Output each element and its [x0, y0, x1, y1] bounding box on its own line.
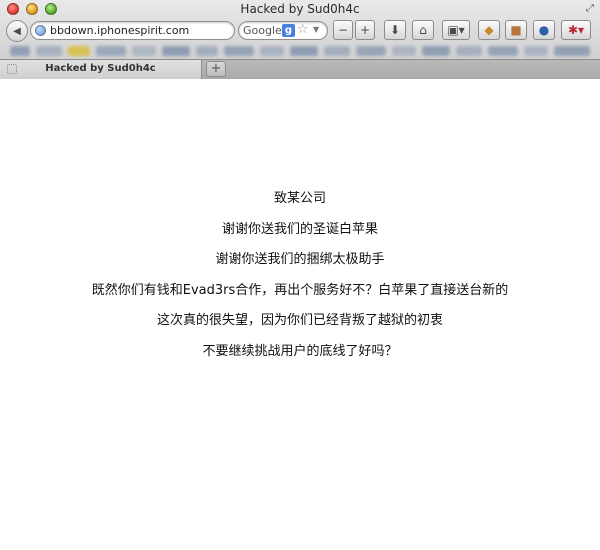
- extension-button-1[interactable]: ◆: [478, 20, 500, 40]
- bookmark-item[interactable]: [290, 46, 318, 56]
- extension-button-3[interactable]: ●: [533, 20, 555, 40]
- tab-label: Hacked by Sud0h4c: [45, 63, 156, 74]
- toolbar: ◀ bbdown.iphonespirit.com Google g ☆ ▼ −…: [0, 18, 600, 42]
- message-line: 谢谢你送我们的捆绑太极助手: [215, 252, 385, 267]
- title-bar: Hacked by Sud0h4c ⤢: [0, 0, 600, 18]
- fullscreen-icon[interactable]: ⤢: [586, 3, 594, 14]
- url-text[interactable]: bbdown.iphonespirit.com: [50, 24, 189, 37]
- message-block: 致某公司 谢谢你送我们的圣诞白苹果 谢谢你送我们的捆绑太极助手 既然你们有钱和E…: [0, 189, 600, 372]
- chevron-down-icon[interactable]: ▼: [313, 25, 319, 34]
- bookmark-item[interactable]: [456, 46, 482, 56]
- globe-icon: [35, 25, 46, 36]
- tab-bar: Hacked by Sud0h4c +: [0, 59, 600, 79]
- bookmark-item[interactable]: [524, 46, 548, 56]
- search-provider-label: Google: [243, 24, 282, 37]
- search-field[interactable]: Google g ☆ ▼: [238, 21, 328, 40]
- extension-icon: ✱▾: [567, 23, 585, 37]
- bookmarks-bar: [0, 43, 600, 59]
- browser-window: Hacked by Sud0h4c ⤢ ◀ bbdown.iphonespiri…: [0, 0, 600, 550]
- extension-button-4[interactable]: ✱▾: [561, 20, 591, 40]
- download-icon: ⬇: [389, 23, 401, 37]
- bookmark-item[interactable]: [36, 46, 62, 56]
- bookmark-item[interactable]: [488, 46, 518, 56]
- bookmark-item[interactable]: [196, 46, 218, 56]
- extension-button-2[interactable]: ■: [505, 20, 527, 40]
- bookmark-item[interactable]: [392, 46, 416, 56]
- view-menu-button[interactable]: ▣▾: [442, 20, 470, 40]
- browser-chrome: Hacked by Sud0h4c ⤢ ◀ bbdown.iphonespiri…: [0, 0, 600, 79]
- page-content: 致某公司 谢谢你送我们的圣诞白苹果 谢谢你送我们的捆绑太极助手 既然你们有钱和E…: [0, 79, 600, 550]
- bookmark-item[interactable]: [422, 46, 450, 56]
- home-button[interactable]: ⌂: [412, 20, 434, 40]
- back-button[interactable]: ◀: [6, 20, 28, 42]
- star-icon[interactable]: ☆: [297, 22, 309, 37]
- bookmark-item[interactable]: [324, 46, 350, 56]
- zoom-out-button[interactable]: −: [333, 20, 353, 40]
- message-line: 谢谢你送我们的圣诞白苹果: [221, 221, 378, 237]
- home-icon: ⌂: [419, 23, 427, 37]
- bookmark-item[interactable]: [224, 46, 254, 56]
- minus-icon: −: [337, 23, 349, 37]
- bookmark-item[interactable]: [260, 46, 284, 56]
- book-icon: ■: [510, 23, 522, 37]
- back-arrow-icon: ◀: [13, 25, 21, 37]
- message-line: 不要继续挑战用户的底线了好吗？: [202, 343, 398, 359]
- bookmark-item[interactable]: [10, 46, 30, 56]
- bookmark-item[interactable]: [162, 46, 190, 56]
- message-line: 这次真的很失望，因为你们已经背叛了越狱的初衷: [156, 313, 443, 328]
- bookmark-item[interactable]: [356, 46, 386, 56]
- new-tab-button[interactable]: +: [206, 61, 226, 77]
- message-line: 既然你们有钱和Evad3rs合作，再出个服务好不？白苹果了直接送台新的: [91, 282, 509, 298]
- message-line: 致某公司: [273, 191, 326, 206]
- bookmark-item[interactable]: [132, 46, 156, 56]
- zoom-in-button[interactable]: +: [355, 20, 375, 40]
- address-bar[interactable]: bbdown.iphonespirit.com: [30, 21, 235, 40]
- extension-icon: ◆: [484, 23, 494, 37]
- view-icon: ▣▾: [447, 23, 465, 37]
- bookmark-item[interactable]: [68, 46, 90, 56]
- extension-icon: ●: [538, 23, 550, 37]
- downloads-button[interactable]: ⬇: [384, 20, 406, 40]
- bookmark-item[interactable]: [554, 46, 590, 56]
- tab-active[interactable]: Hacked by Sud0h4c: [0, 60, 202, 79]
- plus-icon: +: [359, 23, 371, 37]
- window-title: Hacked by Sud0h4c: [240, 2, 360, 16]
- google-icon: g: [282, 24, 295, 37]
- bookmark-item[interactable]: [96, 46, 126, 56]
